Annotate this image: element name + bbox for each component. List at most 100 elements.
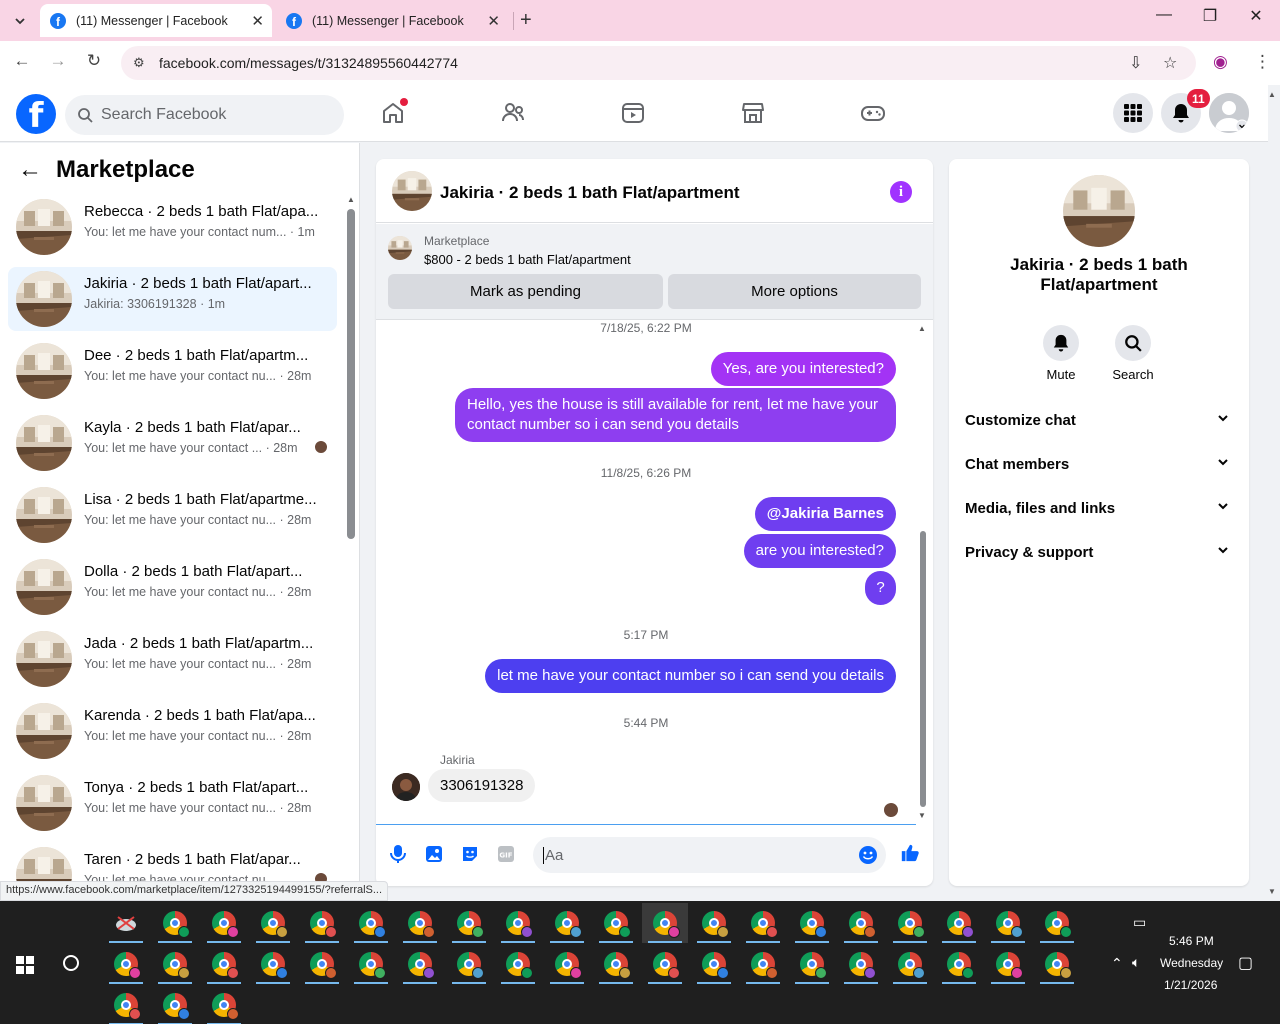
chrome-window-icon[interactable] <box>691 903 737 943</box>
browser-tab-1[interactable]: f (11) Messenger | Facebook ✕ <box>40 4 272 37</box>
conversation-item[interactable]: Dee · 2 beds 1 bath Flat/apartm... You: l… <box>8 339 337 403</box>
chrome-window-icon[interactable] <box>789 903 835 943</box>
chrome-window-icon[interactable] <box>642 903 688 943</box>
gif-icon[interactable]: GIF <box>496 844 516 864</box>
chrome-window-icon[interactable] <box>397 944 443 984</box>
emoji-icon[interactable] <box>858 845 878 868</box>
page-scroll-up-arrow[interactable]: ▲ <box>1268 90 1276 99</box>
restore-icon[interactable]: ❐ <box>1190 6 1230 26</box>
facebook-search-box[interactable] <box>65 95 344 135</box>
thumbs-up-icon[interactable] <box>900 843 920 863</box>
chrome-window-icon[interactable] <box>593 903 639 943</box>
address-bar[interactable]: ⚙ facebook.com/messages/t/31324895560442… <box>121 46 1196 80</box>
chrome-window-icon[interactable] <box>642 944 688 984</box>
chrome-window-icon[interactable] <box>152 985 198 1024</box>
outgoing-message[interactable]: are you interested? <box>743 534 896 568</box>
close-tab-icon[interactable]: ✕ <box>251 12 264 30</box>
page-scroll-down-arrow[interactable]: ▼ <box>1268 887 1276 896</box>
menu-button[interactable] <box>1113 93 1153 133</box>
chrome-window-icon[interactable] <box>838 903 884 943</box>
conversation-item[interactable]: Lisa · 2 beds 1 bath Flat/apartme... You:… <box>8 483 337 547</box>
chrome-window-icon[interactable] <box>446 903 492 943</box>
chrome-window-icon[interactable] <box>250 903 296 943</box>
chat-scroll-down-arrow[interactable]: ▼ <box>918 811 926 820</box>
chrome-window-icon[interactable] <box>348 903 394 943</box>
conversation-item[interactable]: Jada · 2 beds 1 bath Flat/apartm... You: … <box>8 627 337 691</box>
account-avatar[interactable] <box>1209 93 1249 133</box>
back-icon[interactable]: ← <box>10 51 34 71</box>
chrome-window-icon[interactable] <box>985 944 1031 984</box>
chrome-window-icon[interactable] <box>103 985 149 1024</box>
chrome-window-icon[interactable] <box>544 944 590 984</box>
reload-icon[interactable]: ↻ <box>82 51 106 71</box>
chat-scrollbar[interactable] <box>920 531 926 807</box>
nav-friends[interactable] <box>498 98 528 128</box>
contact-avatar[interactable] <box>1063 175 1135 247</box>
outgoing-message[interactable]: let me have your contact number so i can… <box>485 659 896 693</box>
search-input[interactable] <box>101 106 321 124</box>
facebook-logo-icon[interactable]: f <box>16 94 56 134</box>
chrome-window-icon[interactable] <box>936 944 982 984</box>
back-arrow-icon[interactable]: ← <box>18 156 42 184</box>
section-customize-chat[interactable]: Customize chat <box>957 400 1241 440</box>
listing-thumbnail[interactable] <box>388 236 412 260</box>
close-tab-icon[interactable]: ✕ <box>487 12 500 30</box>
mention[interactable]: @Jakiria Barnes <box>767 505 884 522</box>
mute-action[interactable]: Mute <box>1026 325 1096 382</box>
chrome-window-icon[interactable] <box>495 903 541 943</box>
chrome-window-icon[interactable] <box>691 944 737 984</box>
install-app-icon[interactable]: ⇩ <box>1129 53 1142 73</box>
chrome-window-icon[interactable] <box>299 944 345 984</box>
chrome-window-icon[interactable] <box>201 944 247 984</box>
chrome-window-icon[interactable] <box>887 944 933 984</box>
chrome-window-icon[interactable] <box>103 944 149 984</box>
list-scrollbar[interactable] <box>347 209 355 539</box>
chrome-window-icon[interactable] <box>544 903 590 943</box>
search-action[interactable]: Search <box>1098 325 1168 382</box>
conversation-item[interactable]: Rebecca · 2 beds 1 bath Flat/apa... You: … <box>8 195 337 259</box>
outgoing-message[interactable]: Hello, yes the house is still available … <box>455 388 896 442</box>
chrome-window-icon[interactable] <box>1034 903 1080 943</box>
browser-menu-icon[interactable]: ⋮ <box>1254 52 1271 72</box>
chrome-window-icon[interactable] <box>887 903 933 943</box>
new-tab-button[interactable]: + <box>520 8 532 32</box>
mark-as-pending-button[interactable]: Mark as pending <box>388 274 663 309</box>
nav-home[interactable] <box>378 98 408 128</box>
conversation-item[interactable]: Dolla · 2 beds 1 bath Flat/apart... You: … <box>8 555 337 619</box>
section-chat-members[interactable]: Chat members <box>957 444 1241 484</box>
chrome-window-icon[interactable] <box>299 903 345 943</box>
section-privacy-support[interactable]: Privacy & support <box>957 532 1241 572</box>
section-media-files-links[interactable]: Media, files and links <box>957 488 1241 528</box>
list-scroll-up-arrow[interactable]: ▲ <box>347 195 355 204</box>
volume-icon[interactable]: 🔈︎ <box>1132 954 1140 971</box>
chrome-window-icon[interactable] <box>789 944 835 984</box>
profile-icon[interactable]: ◉ <box>1213 52 1228 72</box>
info-icon[interactable]: i <box>890 181 912 203</box>
listing-title[interactable]: $800 - 2 beds 1 bath Flat/apartment <box>424 252 631 267</box>
bookmark-star-icon[interactable]: ☆ <box>1163 53 1177 73</box>
tray-overflow-chevron-icon[interactable]: ⌃ <box>1111 955 1123 972</box>
chrome-window-icon[interactable] <box>985 903 1031 943</box>
chrome-window-icon[interactable] <box>1034 944 1080 984</box>
chat-scroll-up-arrow[interactable]: ▲ <box>918 324 926 333</box>
more-options-button[interactable]: More options <box>668 274 921 309</box>
sticker-icon[interactable] <box>460 844 480 864</box>
url-text[interactable]: facebook.com/messages/t/3132489556044277… <box>159 55 458 71</box>
clock-time[interactable]: 5:46 PM <box>1169 934 1214 948</box>
minimize-icon[interactable]: — <box>1144 6 1184 24</box>
photo-icon[interactable] <box>424 844 444 864</box>
outgoing-message[interactable]: ? <box>865 571 896 605</box>
chrome-window-icon[interactable] <box>201 985 247 1024</box>
chrome-window-icon[interactable] <box>446 944 492 984</box>
chat-avatar[interactable] <box>392 171 432 211</box>
incoming-message[interactable]: 3306191328 <box>428 769 536 802</box>
nav-marketplace[interactable] <box>738 98 768 128</box>
chrome-window-icon[interactable] <box>740 903 786 943</box>
cortana-search-icon[interactable] <box>63 955 79 971</box>
chat-title[interactable]: Jakiria · 2 beds 1 bath Flat/apartment <box>440 183 739 203</box>
clock-day[interactable]: Wednesday <box>1160 956 1223 970</box>
message-input-box[interactable] <box>533 837 886 873</box>
tab-search-chevron-icon[interactable] <box>6 7 34 35</box>
chrome-window-icon[interactable] <box>348 944 394 984</box>
chrome-window-icon[interactable] <box>152 903 198 943</box>
